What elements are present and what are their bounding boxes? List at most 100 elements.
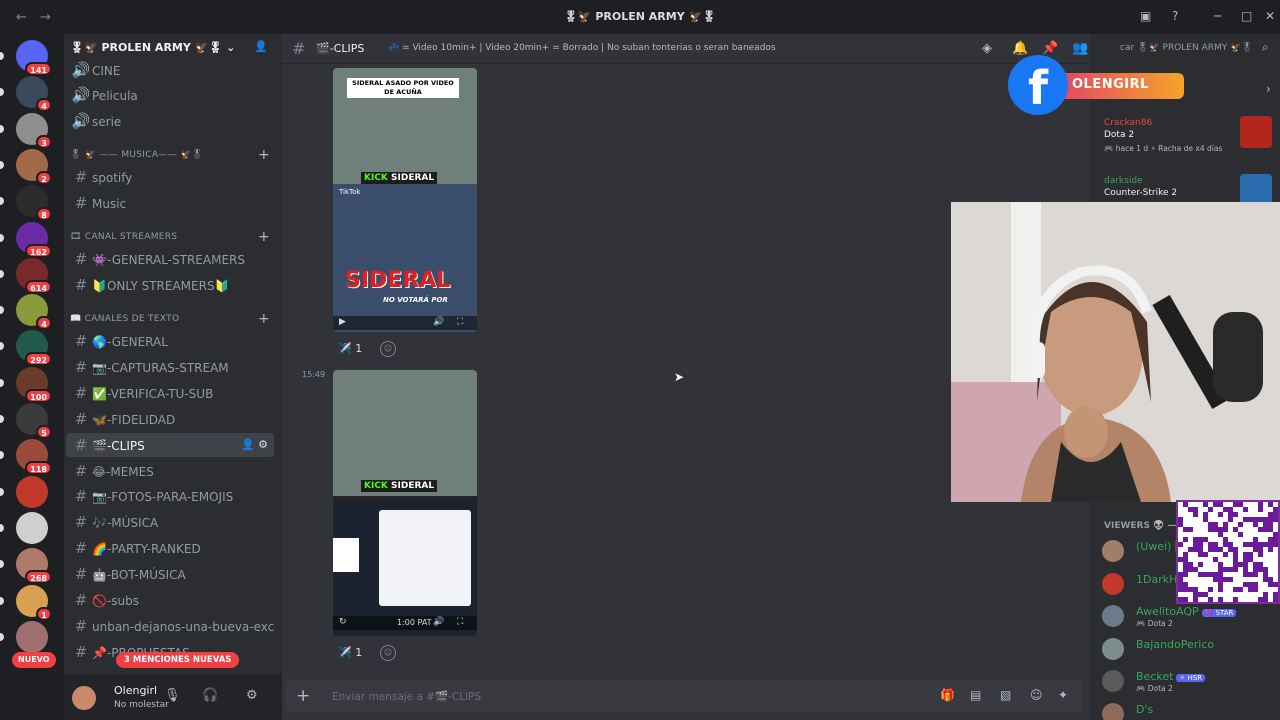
server-icon[interactable] [0,511,48,544]
volume-icon[interactable]: 🔊 [433,617,444,627]
channel-item[interactable]: # unban-dejanos-una-bueva-exc... [66,614,274,638]
channel-item[interactable]: # ✅-VERIFICA-TU-SUB [66,381,274,405]
gear-icon[interactable]: ⚙ [246,688,258,703]
maximize-button[interactable]: □ [1241,9,1252,23]
server-icon[interactable]: 3 [0,112,52,149]
qr-module [1223,577,1228,582]
server-icon[interactable]: 2 [0,148,52,185]
message-input[interactable]: Enviar mensaje a #🎬-CLIPS [332,690,481,703]
channel-item[interactable]: # 🦋-FIDELIDAD [66,407,274,431]
discord-window: ← → 🎖🦅 PROLEN ARMY 🦅🎖 ▣ ? ─ □ ✕ 141 4 3 2 8 1… [0,0,1280,720]
username[interactable]: Olengirl [114,684,157,697]
new-unreads-badge[interactable]: NUEVO [12,652,56,668]
server-icon[interactable]: 614 [0,257,52,294]
avatar [1102,670,1124,692]
server-icon[interactable]: 4 [0,76,52,113]
message-composer[interactable]: + Enviar mensaje a #🎬-CLIPS 🎁 ▤ ▧ ☺ ✦ [286,680,1082,712]
search-input[interactable]: car 🎖🦅 PROLEN ARMY 🦅🎖 [1120,43,1253,53]
video-controls[interactable]: ▶ 🔊 ⛶ [333,316,477,330]
channel-item[interactable]: # 🎶-MÚSICA [66,510,274,534]
emoji-icon[interactable]: ☺ [1030,688,1043,702]
headphones-icon[interactable]: 🎧 [202,688,218,703]
member-item[interactable]: AwelitoAQP 💜 STAR 🎮 Dota 2 [1102,603,1278,631]
category-musica[interactable]: 🎖 🦅 —— MUSICA—— 🦅🎖 + [70,146,270,164]
add-reaction-icon[interactable]: ☺ [380,645,396,661]
channel-pelicula[interactable]: 🔊 Pelicula [66,83,274,107]
channel-active[interactable]: # 🎬-CLIPS 👤 ⚙ [66,432,274,457]
video-attachment[interactable]: KICK SIDERAL ↻ 1:00 PAT 🔊 ⛶ [333,370,477,636]
sticker-icon[interactable]: ▧ [1000,688,1011,702]
server-icon[interactable]: 141 [0,40,52,76]
server-icon[interactable]: 268 [0,548,52,585]
channel-item[interactable]: # 📷-FOTOS-PARA-EMOJIS [66,484,274,508]
channel-item[interactable]: # 🤖-BOT-MÚSICA [66,562,274,586]
close-button[interactable]: ✕ [1265,9,1275,23]
fullscreen-icon[interactable]: ⛶ [457,617,463,627]
channel-topic[interactable]: 💤 = Video 10min+ | Video 20min+ = Borrad… [388,43,776,53]
server-icon[interactable] [0,620,48,653]
add-reaction-icon[interactable]: ☺ [380,341,396,357]
add-attachment-icon[interactable]: + [296,686,310,706]
activity-card[interactable]: Crackan86 Dota 2 🎮 hace 1 d ⚡ Racha de x… [1098,116,1274,158]
microphone-icon[interactable]: 🎙 [164,688,181,703]
channel-settings-icon[interactable]: 👤 ⚙ [241,433,268,457]
channel-general-streamers[interactable]: # 👾-GENERAL-STREAMERS [66,247,274,271]
invite-people-icon[interactable]: 👤 [254,40,268,53]
channel-item[interactable]: # 📷-CAPTURAS-STREAM [66,355,274,379]
channel-item[interactable]: # 🚫-subs [66,588,274,612]
add-channel-icon[interactable]: + [258,146,270,164]
replay-icon[interactable]: ↻ [339,617,347,627]
video-controls[interactable]: ↻ 1:00 PAT 🔊 ⛶ [333,616,477,630]
member-item[interactable]: D's [1102,701,1278,720]
add-channel-icon[interactable]: + [258,310,270,328]
gif-icon[interactable]: ▤ [970,688,981,702]
qr-module [1198,592,1203,597]
chevron-right-icon[interactable]: › [1266,82,1271,96]
search-icon[interactable]: ⌕ [1262,40,1269,55]
server-icon[interactable]: 4 [0,294,52,331]
server-icon[interactable]: 162 [0,221,52,258]
server-icon[interactable] [0,475,48,508]
pin-icon[interactable]: 📌 [1042,41,1058,56]
member-item[interactable]: BajandoPerico [1102,636,1278,664]
hash-icon: # [74,642,88,661]
gift-icon[interactable]: 🎁 [940,688,955,702]
minimize-button[interactable]: ─ [1214,9,1221,23]
server-icon[interactable]: 8 [0,185,52,222]
server-icon[interactable]: 292 [0,330,52,367]
server-icon[interactable]: 1 [0,584,52,621]
server-name[interactable]: 🎖🦅 PROLEN ARMY 🦅🎖 ⌄ [70,41,235,54]
member-item[interactable]: Becket ✧ HSR 🎮 Dota 2 [1102,668,1278,696]
category-canal-streamers[interactable]: 🎞 CANAL STREAMERS + [70,228,270,246]
play-icon[interactable]: ▶ [339,317,346,327]
avatar[interactable] [72,686,96,710]
channel-serie[interactable]: 🔊 serie [66,109,274,133]
reaction-chip[interactable]: ✈️ 1 [334,338,374,360]
channel-music[interactable]: # Music [66,191,274,215]
threads-icon[interactable]: ◈ [982,41,992,56]
server-icon[interactable]: 100 [0,366,52,403]
channel-only-streamers[interactable]: # 🔰ONLY STREAMERS🔰 [66,273,274,297]
help-icon[interactable]: ? [1172,9,1178,23]
bell-icon[interactable]: 🔔 [1012,41,1028,56]
member-list-icon[interactable]: 👥 [1072,41,1088,56]
channel-item[interactable]: # 🌈-PARTY-RANKED [66,536,274,560]
server-icon[interactable]: 118 [0,439,52,476]
member-name: AwelitoAQP 💜 STAR [1136,605,1237,618]
apps-icon[interactable]: ✦ [1058,688,1068,702]
channel-item[interactable]: # 😂-MEMES [66,459,274,483]
reaction-emoji: ✈️ [338,646,352,659]
inbox-icon[interactable]: ▣ [1140,9,1151,23]
volume-icon[interactable]: 🔊 [433,317,444,327]
reaction-chip[interactable]: ✈️ 1 [334,642,374,664]
video-attachment[interactable]: SIDERAL ASADO POR VIDEO DE ACUÑA KICK SI… [333,68,477,332]
fullscreen-icon[interactable]: ⛶ [457,317,463,327]
channel-spotify[interactable]: # spotify [66,165,274,189]
qr-module [1198,547,1203,552]
category-canales-de-texto[interactable]: 📖 CANALES DE TEXTO + [70,310,270,328]
new-mentions-badge[interactable]: 3 MENCIONES NUEVAS [116,652,240,668]
server-icon[interactable]: 5 [0,403,52,439]
channel-item[interactable]: # 🌎-GENERAL [66,329,274,353]
add-channel-icon[interactable]: + [258,228,270,246]
channel-cine[interactable]: 🔊 CINE [66,58,274,82]
